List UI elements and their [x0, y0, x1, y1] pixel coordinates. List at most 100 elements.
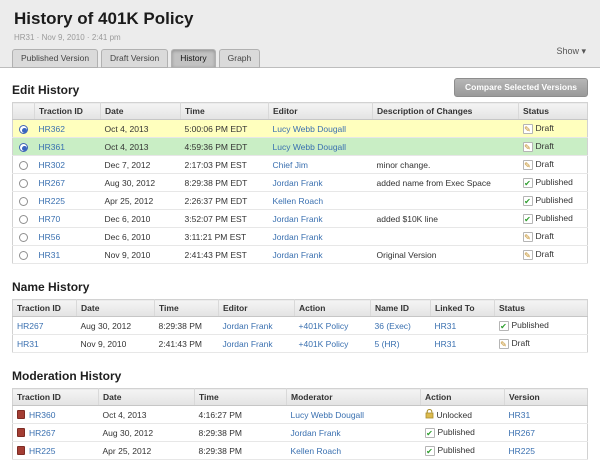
version-link[interactable]: HR267 — [509, 428, 535, 438]
column-header: Traction ID — [13, 389, 99, 406]
page-header: History of 401K Policy HR31 · Nov 9, 201… — [0, 0, 600, 68]
traction-id-link[interactable]: HR31 — [17, 339, 39, 349]
description-cell: minor change. — [373, 156, 519, 174]
editor-link[interactable]: Jordan Frank — [273, 214, 323, 224]
traction-id-link[interactable]: HR267 — [39, 178, 65, 188]
time-cell: 5:00:06 PM EDT — [181, 120, 269, 138]
date-cell: Dec 6, 2010 — [101, 228, 181, 246]
tab-graph[interactable]: Graph — [219, 49, 261, 68]
description-cell — [373, 192, 519, 210]
traction-id-link[interactable]: HR302 — [39, 160, 65, 170]
edit-history-table: Traction ID Date Time Editor Description… — [12, 102, 588, 264]
moderator-link[interactable]: Jordan Frank — [291, 428, 341, 438]
date-cell: Oct 4, 2013 — [99, 406, 195, 424]
status-label: Draft — [536, 249, 554, 259]
action-link[interactable]: +401K Policy — [299, 339, 349, 349]
status-cell: ✎Draft — [519, 228, 588, 246]
version-select-radio[interactable] — [19, 251, 28, 260]
main-content: Edit History Compare Selected Versions T… — [0, 68, 600, 460]
name-id-link[interactable]: 36 (Exec) — [375, 321, 411, 331]
traction-id-link[interactable]: HR361 — [39, 142, 65, 152]
draft-icon: ✎ — [523, 232, 533, 242]
status-label: Draft — [536, 123, 554, 133]
traction-id-link[interactable]: HR31 — [39, 250, 61, 260]
status-label: Draft — [512, 338, 530, 348]
version-link[interactable]: HR31 — [509, 410, 531, 420]
table-row: HR267 Aug 30, 2012 8:29:38 PM Jordan Fra… — [13, 317, 588, 335]
time-cell: 2:41:43 PM EST — [181, 246, 269, 264]
description-cell — [373, 138, 519, 156]
published-icon: ✔ — [499, 321, 509, 331]
version-select-radio[interactable] — [19, 215, 28, 224]
column-header: Description of Changes — [373, 103, 519, 120]
editor-link[interactable]: Jordan Frank — [223, 339, 273, 349]
table-header-row: Traction ID Date Time Moderator Action V… — [13, 389, 588, 406]
version-select-radio[interactable] — [19, 197, 28, 206]
version-select-radio[interactable] — [19, 179, 28, 188]
status-cell: ✔Published — [519, 192, 588, 210]
traction-id-link[interactable]: HR225 — [39, 196, 65, 206]
version-select-radio[interactable] — [19, 125, 28, 134]
column-header: Action — [421, 389, 505, 406]
version-select-radio[interactable] — [19, 233, 28, 242]
published-icon: ✔ — [425, 446, 435, 456]
status-cell: ✔Published — [519, 174, 588, 192]
action-link[interactable]: +401K Policy — [299, 321, 349, 331]
draft-icon: ✎ — [523, 160, 533, 170]
edit-history-section: Edit History Compare Selected Versions T… — [12, 78, 588, 264]
version-link[interactable]: HR225 — [509, 446, 535, 456]
published-icon: ✔ — [523, 178, 533, 188]
time-cell: 8:29:38 PM — [195, 442, 287, 460]
time-cell: 4:16:27 PM — [195, 406, 287, 424]
column-header: Date — [101, 103, 181, 120]
editor-link[interactable]: Jordan Frank — [273, 178, 323, 188]
published-icon: ✔ — [523, 196, 533, 206]
name-id-link[interactable]: 5 (HR) — [375, 339, 400, 349]
show-dropdown[interactable]: Show ▾ — [556, 46, 586, 57]
traction-id-link[interactable]: HR362 — [39, 124, 65, 134]
compare-selected-versions-button[interactable]: Compare Selected Versions — [454, 78, 588, 97]
linked-to-link[interactable]: HR31 — [435, 321, 457, 331]
date-cell: Dec 7, 2012 — [101, 156, 181, 174]
column-header: Status — [495, 300, 588, 317]
linked-to-link[interactable]: HR31 — [435, 339, 457, 349]
published-icon: ✔ — [523, 214, 533, 224]
time-cell: 4:59:36 PM EDT — [181, 138, 269, 156]
editor-link[interactable]: Jordan Frank — [273, 250, 323, 260]
tab-draft-version[interactable]: Draft Version — [101, 49, 168, 68]
action-cell: ✔Published — [421, 442, 505, 460]
unlock-icon — [425, 409, 434, 419]
editor-link[interactable]: Jordan Frank — [223, 321, 273, 331]
editor-link[interactable]: Kellen Roach — [273, 196, 324, 206]
date-cell: Apr 25, 2012 — [101, 192, 181, 210]
date-cell: Dec 6, 2010 — [101, 210, 181, 228]
traction-id-link[interactable]: HR267 — [17, 321, 43, 331]
traction-id-link[interactable]: HR56 — [39, 232, 61, 242]
time-cell: 2:26:37 PM EDT — [181, 192, 269, 210]
editor-link[interactable]: Lucy Webb Dougall — [273, 124, 347, 134]
editor-link[interactable]: Chief Jim — [273, 160, 308, 170]
draft-icon: ✎ — [523, 124, 533, 134]
version-select-radio[interactable] — [19, 161, 28, 170]
column-header: Linked To — [431, 300, 495, 317]
tab-history[interactable]: History — [171, 49, 215, 68]
status-label: Published — [536, 177, 573, 187]
table-row: HR56 Dec 6, 2010 3:11:21 PM EST Jordan F… — [13, 228, 588, 246]
table-row: HR302 Dec 7, 2012 2:17:03 PM EST Chief J… — [13, 156, 588, 174]
version-select-radio[interactable] — [19, 143, 28, 152]
status-label: Draft — [536, 159, 554, 169]
traction-id-link[interactable]: HR225 — [29, 446, 55, 456]
moderator-link[interactable]: Lucy Webb Dougall — [291, 410, 365, 420]
draft-icon: ✎ — [499, 339, 509, 349]
moderator-link[interactable]: Kellen Roach — [291, 446, 342, 456]
editor-link[interactable]: Lucy Webb Dougall — [273, 142, 347, 152]
draft-icon: ✎ — [523, 250, 533, 260]
status-cell: ✎Draft — [519, 138, 588, 156]
tab-published-version[interactable]: Published Version — [12, 49, 98, 68]
table-row: HR31 Nov 9, 2010 2:41:43 PM Jordan Frank… — [13, 335, 588, 353]
traction-id-link[interactable]: HR70 — [39, 214, 61, 224]
traction-id-link[interactable]: HR267 — [29, 428, 55, 438]
traction-id-link[interactable]: HR360 — [29, 410, 55, 420]
editor-link[interactable]: Jordan Frank — [273, 232, 323, 242]
date-cell: Aug 30, 2012 — [101, 174, 181, 192]
